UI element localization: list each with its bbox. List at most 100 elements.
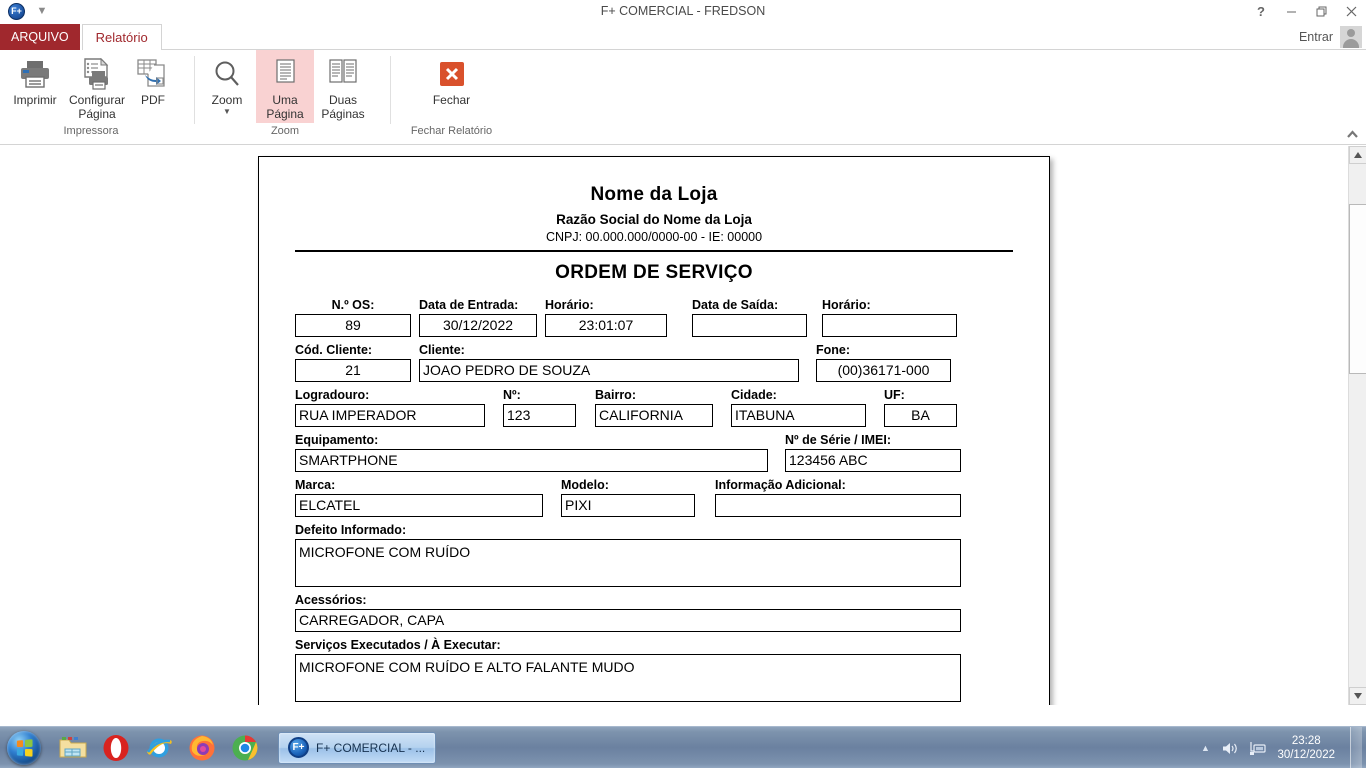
app-logo-icon: F+ bbox=[8, 2, 25, 20]
volume-icon[interactable] bbox=[1221, 739, 1239, 757]
logradouro-value: RUA IMPERADOR bbox=[295, 404, 485, 427]
field-marca: Marca: ELCATEL bbox=[295, 478, 543, 517]
quick-access-toolbar[interactable]: F+ ▼ bbox=[0, 0, 49, 22]
duas-paginas-button[interactable]: Duas Páginas bbox=[314, 50, 372, 123]
horario-entrada-value: 23:01:07 bbox=[545, 314, 667, 337]
ribbon-group-zoom-label: Zoom bbox=[270, 125, 300, 137]
fechar-label: Fechar bbox=[432, 93, 471, 107]
form-row-acessorios: Acessórios: CARREGADOR, CAPA bbox=[295, 593, 1013, 632]
defeito-label: Defeito Informado: bbox=[295, 523, 407, 537]
numero-value: 123 bbox=[503, 404, 576, 427]
ribbon: Imprimir Configurar Página PDF Impressor… bbox=[0, 50, 1366, 145]
imprimir-label: Imprimir bbox=[13, 93, 57, 107]
form-row-cliente: Cód. Cliente: 21 Cliente: JOAO PEDRO DE … bbox=[295, 343, 1013, 382]
scroll-up-icon[interactable] bbox=[1349, 146, 1366, 164]
clock-time: 23:28 bbox=[1291, 735, 1321, 747]
minimize-icon[interactable] bbox=[1276, 0, 1306, 22]
field-horario-saida: Horário: bbox=[822, 298, 957, 337]
file-explorer-icon[interactable] bbox=[58, 733, 88, 763]
form-row-servicos: Serviços Executados / À Executar: MICROF… bbox=[295, 638, 1013, 702]
vertical-scrollbar-thumb[interactable] bbox=[1349, 204, 1366, 374]
network-icon[interactable] bbox=[1248, 739, 1266, 757]
logradouro-label: Logradouro: bbox=[295, 388, 370, 402]
configurar-pagina-button[interactable]: Configurar Página bbox=[66, 50, 128, 123]
printer-icon bbox=[18, 55, 52, 93]
taskbar-quick-launch bbox=[58, 733, 260, 763]
taskbar-active-window[interactable]: F+ F+ COMERCIAL - ... bbox=[278, 731, 436, 764]
ribbon-tabstrip: ARQUIVO Relatório bbox=[0, 24, 1366, 50]
field-numero: Nº: 123 bbox=[503, 388, 576, 427]
taskbar-clock[interactable]: 23:28 30/12/2022 bbox=[1275, 734, 1341, 762]
show-hidden-icons-icon[interactable]: ▲ bbox=[1198, 743, 1212, 753]
application-window: F+ ▼ F+ COMERCIAL - FREDSON ? Entrar ARQ… bbox=[0, 0, 1366, 768]
modelo-value: PIXI bbox=[561, 494, 695, 517]
ribbon-group-impressora-label: Impressora bbox=[63, 125, 119, 137]
equipamento-value: SMARTPHONE bbox=[295, 449, 768, 472]
store-name: Nome da Loja bbox=[590, 184, 718, 205]
windows-start-icon[interactable] bbox=[2, 729, 46, 767]
document-title: ORDEM DE SERVIÇO bbox=[555, 262, 753, 283]
help-icon[interactable]: ? bbox=[1246, 0, 1276, 22]
horario-entrada-label: Horário: bbox=[545, 298, 594, 312]
ribbon-group-zoom: Zoom ▼ Uma Página Duas Páginas Zoom bbox=[194, 50, 376, 144]
show-desktop-button[interactable] bbox=[1350, 727, 1362, 768]
pdf-button[interactable]: PDF bbox=[128, 50, 178, 109]
marca-value: ELCATEL bbox=[295, 494, 543, 517]
vertical-scrollbar[interactable] bbox=[1348, 146, 1366, 705]
zoom-button[interactable]: Zoom ▼ bbox=[198, 50, 256, 118]
close-icon[interactable] bbox=[1336, 0, 1366, 22]
defeito-value: MICROFONE COM RUÍDO bbox=[295, 539, 961, 587]
bairro-label: Bairro: bbox=[595, 388, 636, 402]
field-data-saida: Data de Saída: bbox=[692, 298, 807, 337]
ribbon-group-fechar-label: Fechar Relatório bbox=[410, 125, 493, 137]
uma-pagina-label: Uma Página bbox=[266, 93, 304, 121]
collapse-ribbon-icon[interactable] bbox=[1344, 127, 1360, 141]
field-logradouro: Logradouro: RUA IMPERADOR bbox=[295, 388, 485, 427]
fone-label: Fone: bbox=[816, 343, 851, 357]
field-cliente: Cliente: JOAO PEDRO DE SOUZA bbox=[419, 343, 799, 382]
duas-paginas-label: Duas Páginas bbox=[321, 93, 365, 121]
fechar-button[interactable]: Fechar bbox=[409, 50, 494, 109]
chevron-down-icon[interactable]: ▼ bbox=[223, 108, 231, 116]
uma-pagina-button[interactable]: Uma Página bbox=[256, 50, 314, 123]
opera-icon[interactable] bbox=[101, 733, 131, 763]
servicos-label: Serviços Executados / À Executar: bbox=[295, 638, 501, 652]
firefox-icon[interactable] bbox=[187, 733, 217, 763]
horario-saida-value bbox=[822, 314, 957, 337]
cidade-label: Cidade: bbox=[731, 388, 777, 402]
serie-imei-value: 123456 ABC bbox=[785, 449, 961, 472]
store-legal-name: Razão Social do Nome da Loja bbox=[556, 212, 752, 227]
internet-explorer-icon[interactable] bbox=[144, 733, 174, 763]
bairro-value: CALIFORNIA bbox=[595, 404, 713, 427]
tab-arquivo[interactable]: ARQUIVO bbox=[0, 24, 80, 50]
configurar-pagina-label: Configurar Página bbox=[68, 93, 126, 121]
field-equipamento: Equipamento: SMARTPHONE bbox=[295, 433, 768, 472]
ribbon-group-fechar: Fechar Fechar Relatório bbox=[390, 50, 513, 144]
tab-relatorio[interactable]: Relatório bbox=[81, 24, 162, 50]
field-servicos: Serviços Executados / À Executar: MICROF… bbox=[295, 638, 961, 702]
acessorios-label: Acessórios: bbox=[295, 593, 367, 607]
store-cnpj: CNPJ: 00.000.000/0000-00 - IE: 00000 bbox=[545, 230, 763, 244]
two-pages-icon bbox=[327, 55, 359, 93]
system-tray: ▲ 23:28 30/12/2022 bbox=[1198, 727, 1366, 768]
num-os-value: 89 bbox=[295, 314, 411, 337]
taskbar: F+ F+ COMERCIAL - ... ▲ 23:28 30/12/2022 bbox=[0, 726, 1366, 768]
cliente-value: JOAO PEDRO DE SOUZA bbox=[419, 359, 799, 382]
field-uf: UF: BA bbox=[884, 388, 957, 427]
field-num-os: N.º OS: 89 bbox=[295, 298, 411, 337]
field-serie-imei: Nº de Série / IMEI: 123456 ABC bbox=[785, 433, 961, 472]
form-row-equipamento: Equipamento: SMARTPHONE Nº de Série / IM… bbox=[295, 433, 1013, 472]
field-fone: Fone: (00)36171-000 bbox=[816, 343, 951, 382]
serie-imei-label: Nº de Série / IMEI: bbox=[785, 433, 891, 447]
equipamento-label: Equipamento: bbox=[295, 433, 379, 447]
quick-access-more-icon[interactable]: ▼ bbox=[35, 5, 49, 17]
restore-icon[interactable] bbox=[1306, 0, 1336, 22]
chrome-icon[interactable] bbox=[230, 733, 260, 763]
imprimir-button[interactable]: Imprimir bbox=[4, 50, 66, 109]
close-red-icon bbox=[438, 55, 466, 93]
field-defeito: Defeito Informado: MICROFONE COM RUÍDO bbox=[295, 523, 961, 587]
title-bar: F+ ▼ F+ COMERCIAL - FREDSON ? bbox=[0, 0, 1366, 22]
scroll-down-icon[interactable] bbox=[1349, 687, 1366, 705]
clock-date: 30/12/2022 bbox=[1277, 749, 1335, 761]
form-row-os: N.º OS: 89 Data de Entrada: 30/12/2022 H… bbox=[295, 298, 1013, 337]
